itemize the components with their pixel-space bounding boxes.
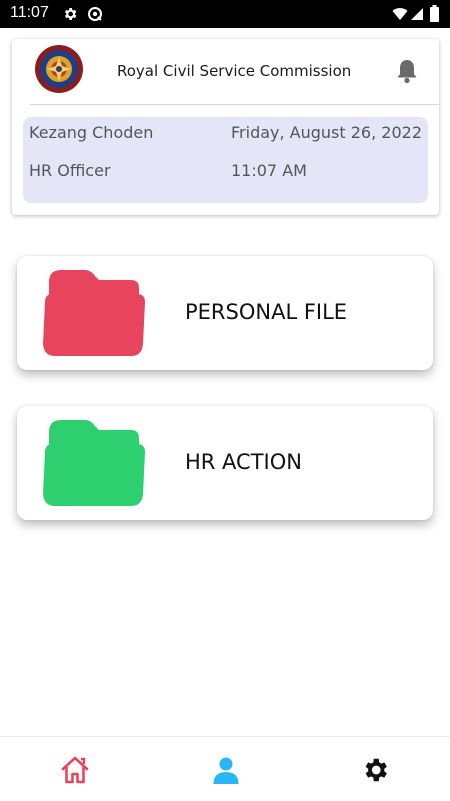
person-icon[interactable] [211,755,241,785]
personal-file-card[interactable]: PERSONAL FILE [17,256,433,370]
org-name: Royal Civil Service Commission [117,62,352,80]
vpn-icon [88,7,102,21]
header-divider [30,104,439,105]
user-name: Kezang Choden [29,123,154,142]
wifi-icon [392,8,408,20]
current-time: 11:07 AM [231,161,307,180]
bottom-nav [0,736,450,801]
signal-icon [411,8,423,20]
folder-icon [43,270,145,356]
home-icon[interactable] [60,755,90,785]
status-time: 11:07 [10,4,49,21]
bell-icon[interactable] [395,58,419,84]
current-date: Friday, August 26, 2022 [231,123,422,142]
battery-icon [430,5,439,22]
status-bar: 11:07 [0,0,450,28]
rcsc-emblem-logo [35,45,83,93]
user-role: HR Officer [29,161,111,180]
settings-icon [65,8,77,20]
user-info-panel: Kezang Choden Friday, August 26, 2022 HR… [23,117,428,203]
folder-icon [43,420,145,506]
hr-action-label: HR ACTION [185,450,302,474]
personal-file-label: PERSONAL FILE [185,300,348,324]
gear-icon[interactable] [360,755,390,785]
header-card: Royal Civil Service Commission Kezang Ch… [12,39,439,215]
hr-action-card[interactable]: HR ACTION [17,406,433,520]
